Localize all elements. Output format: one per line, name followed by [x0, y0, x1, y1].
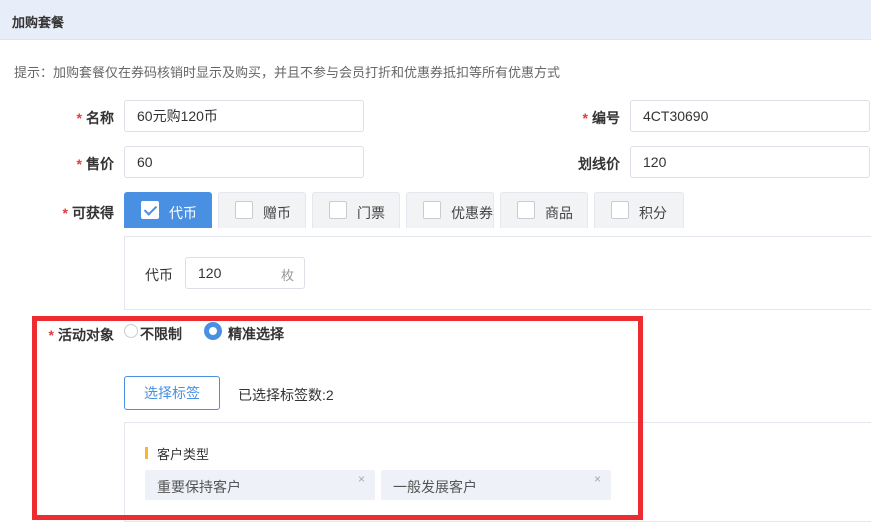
radio-label: 精准选择: [228, 326, 284, 342]
tab-label: 赠币: [263, 205, 291, 221]
required-mark: *: [76, 156, 82, 172]
check-icon: [141, 201, 159, 219]
close-icon[interactable]: ×: [358, 472, 365, 486]
tab-label: 优惠券: [451, 205, 493, 221]
code-input[interactable]: [630, 100, 870, 132]
code-label: * 编号: [582, 110, 620, 126]
tip-text: 提示：加购套餐仅在券码核销时显示及购买，并且不参与会员打折和优惠券抵扣等所有优惠…: [14, 65, 561, 80]
chip-label: 一般发展客户: [393, 479, 477, 495]
close-icon[interactable]: ×: [594, 472, 601, 486]
checkbox: [611, 201, 629, 219]
group-marker: [145, 447, 148, 459]
tab-product[interactable]: 商品: [500, 192, 588, 228]
required-mark: *: [48, 327, 54, 343]
target-label: * 活动对象: [48, 327, 114, 343]
checkbox: [329, 201, 347, 219]
checkbox: [423, 201, 441, 219]
coin-input[interactable]: 120 枚: [185, 257, 305, 289]
radio-label: 不限制: [140, 326, 182, 342]
tab-label: 商品: [545, 205, 573, 221]
price-input[interactable]: [124, 146, 364, 178]
tag-panel: 客户类型 重要保持客户 × 一般发展客户 ×: [124, 422, 871, 522]
coin-unit: 枚: [280, 268, 294, 283]
name-input[interactable]: [124, 100, 364, 132]
tag-chip: 一般发展客户 ×: [381, 470, 611, 500]
tab-label: 代币: [169, 205, 197, 221]
tab-coupon[interactable]: 优惠券: [406, 192, 494, 228]
strike-price-label: 划线价: [578, 156, 620, 172]
tab-label: 门票: [357, 205, 385, 221]
section-title: 加购套餐: [12, 15, 65, 30]
tab-gift-coin[interactable]: 赠币: [218, 192, 306, 228]
select-tag-button[interactable]: 选择标签: [124, 376, 220, 410]
checkbox: [235, 201, 253, 219]
required-mark: *: [62, 205, 68, 221]
section-header: 加购套餐: [0, 0, 871, 40]
tab-token[interactable]: 代币: [124, 192, 212, 228]
coin-value: 120: [198, 265, 222, 281]
tab-label: 积分: [639, 205, 667, 221]
required-mark: *: [76, 110, 82, 126]
required-mark: *: [582, 110, 588, 126]
chip-label: 重要保持客户: [157, 479, 241, 495]
name-label: * 名称: [76, 110, 114, 126]
obtain-label: * 可获得: [62, 205, 114, 221]
checkbox: [517, 201, 535, 219]
tag-chip: 重要保持客户 ×: [145, 470, 375, 500]
radio-circle: [124, 324, 138, 338]
tab-ticket[interactable]: 门票: [312, 192, 400, 228]
selected-tag-count: 已选择标签数:2: [238, 387, 334, 403]
coin-label: 代币: [145, 267, 173, 283]
tab-points[interactable]: 积分: [594, 192, 684, 228]
token-panel: 代币 120 枚: [124, 236, 871, 310]
price-label: * 售价: [76, 156, 114, 172]
radio-circle: [204, 322, 222, 340]
strike-price-input[interactable]: [630, 146, 870, 178]
group-title: 客户类型: [157, 447, 210, 462]
